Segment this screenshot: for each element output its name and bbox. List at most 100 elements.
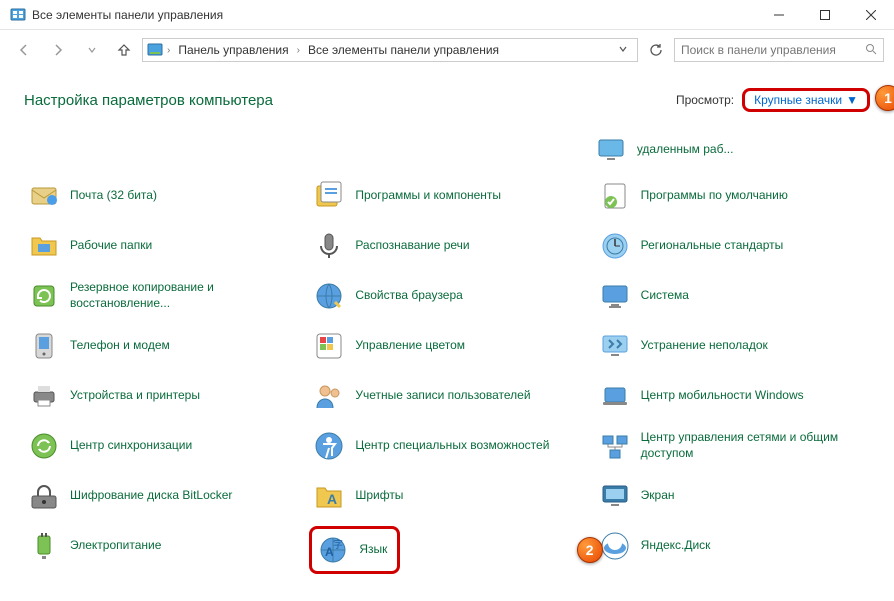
item-label: Язык (359, 542, 387, 558)
item-label: Программы и компоненты (355, 188, 501, 204)
back-button[interactable] (10, 36, 38, 64)
system-icon (599, 280, 631, 312)
control-panel-icon (147, 42, 163, 58)
svg-text:A: A (327, 491, 337, 507)
cp-item-truncated[interactable]: удаленным раб... (591, 130, 870, 170)
fonts-icon: A (313, 480, 345, 512)
cp-item-defaults[interactable]: Программы по умолчанию (595, 176, 870, 216)
cp-item-phone[interactable]: Телефон и модем (24, 326, 299, 366)
color-icon (313, 330, 345, 362)
annotation-highlight-2: A字Язык2 (309, 526, 584, 574)
cp-item-language[interactable]: A字 Язык (313, 530, 391, 570)
annotation-callout-1: 1 (875, 85, 894, 111)
item-label: Программы по умолчанию (641, 188, 788, 204)
search-icon (865, 43, 877, 58)
power-icon (28, 530, 60, 562)
item-label: Центр специальных возможностей (355, 438, 549, 454)
annotation-highlight-1: Крупные значки ▼ 1 (742, 88, 870, 112)
phone-icon (28, 330, 60, 362)
chevron-right-icon[interactable]: › (167, 45, 170, 56)
view-value: Крупные значки (754, 93, 842, 107)
item-label: Шифрование диска BitLocker (70, 488, 232, 504)
folder-icon (28, 230, 60, 262)
display-icon (599, 480, 631, 512)
item-label: Яндекс.Диск (641, 538, 711, 554)
mobility-icon (599, 380, 631, 412)
item-label: Почта (32 бита) (70, 188, 157, 204)
address-dropdown[interactable] (613, 43, 633, 57)
breadcrumb-current[interactable]: Все элементы панели управления (304, 41, 503, 59)
backup-icon (28, 280, 60, 312)
chevron-right-icon[interactable]: › (297, 45, 300, 56)
items-column: Программы по умолчанию Региональные станд… (595, 176, 870, 574)
recent-dropdown[interactable] (78, 36, 106, 64)
cp-item-lock[interactable]: Шифрование диска BitLocker (24, 476, 299, 516)
lock-icon (28, 480, 60, 512)
cp-item-speech[interactable]: Распознавание речи (309, 226, 584, 266)
forward-button[interactable] (44, 36, 72, 64)
item-label: Шрифты (355, 488, 403, 504)
close-button[interactable] (848, 0, 894, 30)
cp-item-users[interactable]: Учетные записи пользователей (309, 376, 584, 416)
refresh-button[interactable] (644, 38, 668, 62)
language-icon: A字 (317, 534, 349, 566)
minimize-button[interactable] (756, 0, 802, 30)
item-label: Электропитание (70, 538, 161, 554)
cp-item-folder[interactable]: Рабочие папки (24, 226, 299, 266)
users-icon (313, 380, 345, 412)
search-box[interactable] (674, 38, 884, 62)
address-bar[interactable]: › Панель управления › Все элементы панел… (142, 38, 638, 62)
item-label: Центр управления сетями и общим доступом (641, 430, 866, 461)
view-selector[interactable]: Крупные значки ▼ (751, 93, 861, 107)
svg-text:字: 字 (333, 538, 343, 551)
network-icon (599, 430, 631, 462)
items-area: удаленным раб... Почта (32 бита) Рабочие … (24, 130, 870, 574)
cp-item-mobility[interactable]: Центр мобильности Windows (595, 376, 870, 416)
cp-item-power[interactable]: Электропитание (24, 526, 299, 566)
item-label: Свойства браузера (355, 288, 463, 304)
item-label: Устранение неполадок (641, 338, 768, 354)
defaults-icon (599, 180, 631, 212)
cp-item-mail[interactable]: Почта (32 бита) (24, 176, 299, 216)
maximize-button[interactable] (802, 0, 848, 30)
item-label: Телефон и модем (70, 338, 170, 354)
cp-item-sync[interactable]: Центр синхронизации (24, 426, 299, 466)
region-icon (599, 230, 631, 262)
cp-item-region[interactable]: Региональные стандарты (595, 226, 870, 266)
item-label: Центр синхронизации (70, 438, 192, 454)
breadcrumb-root[interactable]: Панель управления (174, 41, 292, 59)
item-label: Распознавание речи (355, 238, 469, 254)
cp-item-color[interactable]: Управление цветом (309, 326, 584, 366)
cp-item-browser[interactable]: Свойства браузера (309, 276, 584, 316)
view-selector-area: Просмотр: Крупные значки ▼ 1 (676, 88, 870, 112)
items-column: Почта (32 бита) Рабочие папки Резервное ко… (24, 176, 299, 574)
access-icon (313, 430, 345, 462)
page-title: Настройка параметров компьютера (24, 92, 273, 109)
cp-item-fonts[interactable]: A Шрифты (309, 476, 584, 516)
up-button[interactable] (112, 38, 136, 62)
search-input[interactable] (681, 43, 859, 57)
item-label: Резервное копирование и восстановление..… (70, 280, 295, 311)
cp-item-backup[interactable]: Резервное копирование и восстановление..… (24, 276, 299, 316)
cp-item-printer[interactable]: Устройства и принтеры (24, 376, 299, 416)
chevron-down-icon: ▼ (846, 93, 858, 107)
cp-item-troubleshoot[interactable]: Устранение неполадок (595, 326, 870, 366)
cp-item-network[interactable]: Центр управления сетями и общим доступом (595, 426, 870, 466)
view-label: Просмотр: (676, 93, 734, 107)
cp-item-display[interactable]: Экран (595, 476, 870, 516)
cp-item-yandex[interactable]: Яндекс.Диск (595, 526, 870, 566)
cp-item-system[interactable]: Система (595, 276, 870, 316)
item-label: Управление цветом (355, 338, 465, 354)
cp-item-programs[interactable]: Программы и компоненты (309, 176, 584, 216)
troubleshoot-icon (599, 330, 631, 362)
remote-desktop-icon (595, 134, 627, 166)
item-label: Экран (641, 488, 675, 504)
cp-item-access[interactable]: Центр специальных возможностей (309, 426, 584, 466)
item-label: Центр мобильности Windows (641, 388, 804, 404)
item-label: удаленным раб... (637, 142, 734, 158)
control-panel-icon (10, 7, 26, 23)
item-label: Устройства и принтеры (70, 388, 200, 404)
items-column: Программы и компоненты Распознавание речи… (309, 176, 584, 574)
annotation-callout-2: 2 (577, 537, 603, 563)
mail-icon (28, 180, 60, 212)
